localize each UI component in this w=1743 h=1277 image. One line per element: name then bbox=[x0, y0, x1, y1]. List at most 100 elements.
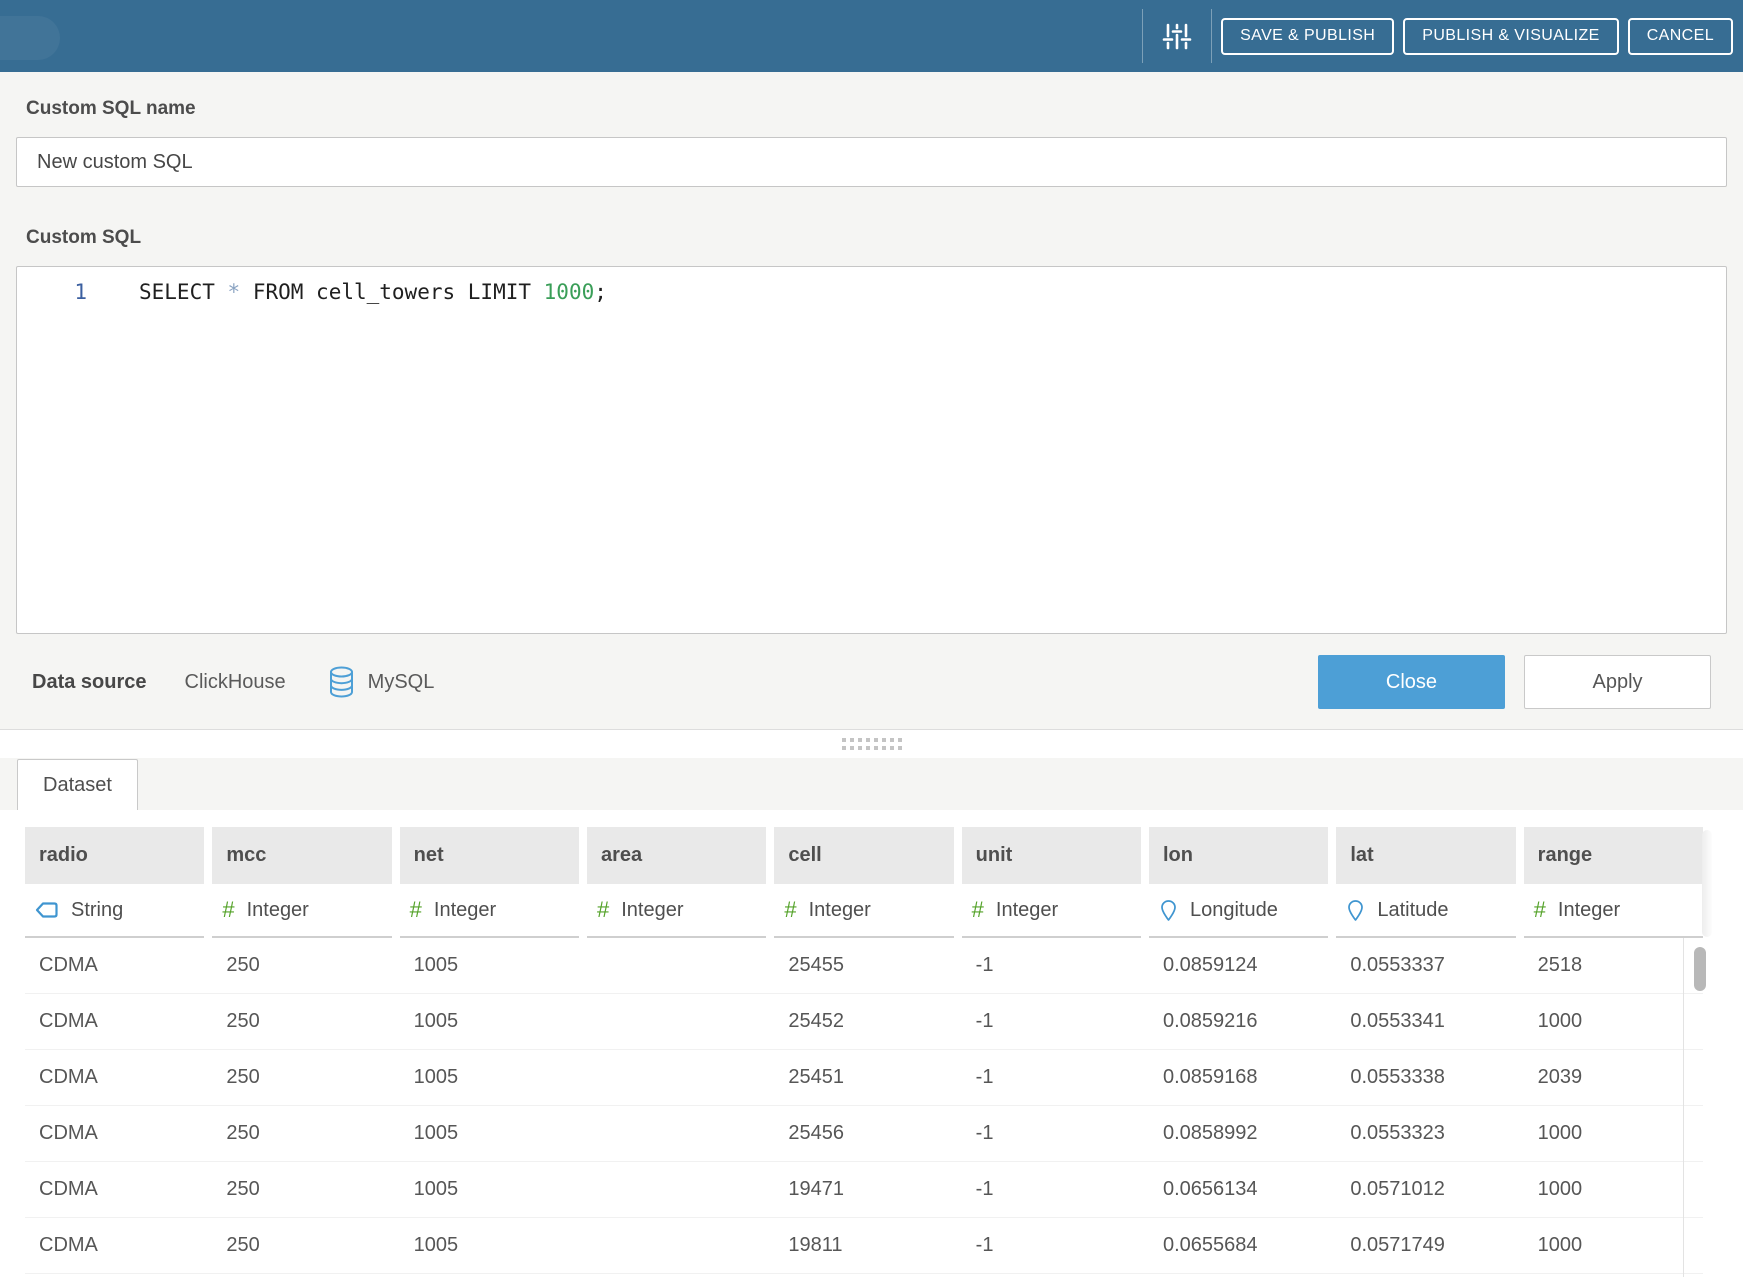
type-label: Latitude bbox=[1377, 899, 1448, 922]
integer-icon: # bbox=[410, 897, 422, 923]
table-cell: 1000 bbox=[1524, 994, 1703, 1049]
scrollbar-thumb[interactable] bbox=[1694, 947, 1706, 991]
column-header-lat: lat bbox=[1336, 827, 1515, 884]
column-type-radio: String bbox=[25, 884, 204, 938]
table-cell: 0.0859124 bbox=[1149, 938, 1328, 993]
type-label: Integer bbox=[247, 899, 309, 922]
table-cell bbox=[587, 1050, 766, 1105]
topbar-divider bbox=[1211, 9, 1212, 63]
table-cell: 250 bbox=[212, 1106, 391, 1161]
datasource-row: Data source ClickHouse MySQL Close Apply bbox=[32, 655, 1711, 709]
table-cell: -1 bbox=[962, 1162, 1141, 1217]
custom-sql-form: Custom SQL name Custom SQL 1 SELECT * FR… bbox=[0, 98, 1743, 709]
table-cell: 0.0858992 bbox=[1149, 1106, 1328, 1161]
table-cell: 2039 bbox=[1524, 1050, 1703, 1105]
apply-button[interactable]: Apply bbox=[1524, 655, 1711, 709]
adjustments-button[interactable] bbox=[1143, 19, 1211, 53]
table-cell: CDMA bbox=[25, 1162, 204, 1217]
table-row: CDMA250100525455-10.08591240.05533372518 bbox=[25, 938, 1703, 994]
table-cell: -1 bbox=[962, 938, 1141, 993]
column-header-lon: lon bbox=[1149, 827, 1328, 884]
type-label: Integer bbox=[1558, 899, 1620, 922]
table-cell: 250 bbox=[212, 1218, 391, 1273]
table-cell: 250 bbox=[212, 994, 391, 1049]
column-type-cell: #Integer bbox=[774, 884, 953, 938]
table-cell: CDMA bbox=[25, 1106, 204, 1161]
datasource-option-label: MySQL bbox=[368, 671, 435, 694]
custom-sql-name-label: Custom SQL name bbox=[26, 98, 1727, 120]
table-cell: -1 bbox=[962, 994, 1141, 1049]
datasource-option-mysql[interactable]: MySQL bbox=[328, 666, 435, 698]
table-cell: 0.0859216 bbox=[1149, 994, 1328, 1049]
table-row: CDMA250100525452-10.08592160.05533411000 bbox=[25, 994, 1703, 1050]
table-cell: 0.0553341 bbox=[1336, 994, 1515, 1049]
table-cell: 250 bbox=[212, 938, 391, 993]
column-type-unit: # Integer bbox=[962, 884, 1141, 938]
table-row: CDMA250100525451-10.08591680.05533382039 bbox=[25, 1050, 1703, 1106]
column-header-net: net bbox=[400, 827, 579, 884]
table-cell bbox=[587, 1218, 766, 1273]
dataset-preview-table: radiomccnetareacellunitlonlatrange Strin… bbox=[0, 810, 1743, 1277]
table-cell: 0.0571012 bbox=[1336, 1162, 1515, 1217]
table-cell: -1 bbox=[962, 1050, 1141, 1105]
longitude-icon bbox=[1159, 899, 1178, 922]
tab-dataset[interactable]: Dataset bbox=[17, 759, 138, 810]
string-icon bbox=[35, 901, 59, 919]
datasource-option-clickhouse[interactable]: ClickHouse bbox=[185, 671, 286, 694]
close-button[interactable]: Close bbox=[1318, 655, 1505, 709]
table-cell: 19471 bbox=[774, 1162, 953, 1217]
column-type-net: #Integer bbox=[400, 884, 579, 938]
type-label: Integer bbox=[996, 899, 1058, 922]
table-cell: 0.0553337 bbox=[1336, 938, 1515, 993]
table-cell: 25455 bbox=[774, 938, 953, 993]
scrollbar-track bbox=[1702, 830, 1712, 937]
integer-icon: # bbox=[597, 897, 609, 923]
table-cell: 0.0655684 bbox=[1149, 1218, 1328, 1273]
table-cell: 1005 bbox=[400, 1106, 579, 1161]
table-cell: 25452 bbox=[774, 994, 953, 1049]
table-cell: 2518 bbox=[1524, 938, 1703, 993]
table-cell: 1005 bbox=[400, 1218, 579, 1273]
column-type-lon: Longitude bbox=[1149, 884, 1328, 938]
integer-icon: # bbox=[972, 897, 984, 923]
type-label: Integer bbox=[809, 899, 871, 922]
column-header-range: range bbox=[1524, 827, 1703, 884]
table-cell: -1 bbox=[962, 1218, 1141, 1273]
save-and-publish-button[interactable]: SAVE & PUBLISH bbox=[1221, 18, 1394, 55]
table-right-border bbox=[1683, 938, 1684, 1277]
column-type-area: #Integer bbox=[587, 884, 766, 938]
table-cell: 0.0656134 bbox=[1149, 1162, 1328, 1217]
table-cell: 1005 bbox=[400, 1162, 579, 1217]
latitude-icon bbox=[1346, 899, 1365, 922]
column-type-mcc: # Integer bbox=[212, 884, 391, 938]
column-header-unit: unit bbox=[962, 827, 1141, 884]
drag-handle-icon[interactable] bbox=[842, 738, 902, 750]
table-cell: 1000 bbox=[1524, 1218, 1703, 1273]
integer-icon: # bbox=[222, 897, 234, 923]
topbar-left-highlight bbox=[0, 16, 60, 60]
table-cell: 1005 bbox=[400, 1050, 579, 1105]
column-header-row: radiomccnetareacellunitlonlatrange bbox=[25, 827, 1703, 884]
table-cell bbox=[587, 1162, 766, 1217]
table-cell: 0.0553323 bbox=[1336, 1106, 1515, 1161]
topbar: SAVE & PUBLISH PUBLISH & VISUALIZE CANCE… bbox=[0, 0, 1743, 72]
column-type-range: #Integer bbox=[1524, 884, 1703, 938]
cancel-button[interactable]: CANCEL bbox=[1628, 18, 1733, 55]
sql-editor[interactable]: 1 SELECT * FROM cell_towers LIMIT 1000; bbox=[16, 266, 1727, 634]
table-row: CDMA2501005 19471-10.06561340.05710121000 bbox=[25, 1162, 1703, 1218]
table-cell: 1000 bbox=[1524, 1162, 1703, 1217]
table-cell: 250 bbox=[212, 1162, 391, 1217]
column-header-mcc: mcc bbox=[212, 827, 391, 884]
datasource-label: Data source bbox=[32, 671, 147, 694]
publish-and-visualize-button[interactable]: PUBLISH & VISUALIZE bbox=[1403, 18, 1618, 55]
custom-sql-name-input[interactable] bbox=[16, 137, 1727, 187]
panel-splitter[interactable] bbox=[0, 729, 1743, 758]
tab-strip: Dataset bbox=[0, 758, 1743, 810]
table-row: CDMA250100525456-10.08589920.05533231000 bbox=[25, 1106, 1703, 1162]
column-type-row: String#Integer#Integer#Integer#Integer#I… bbox=[25, 884, 1703, 938]
table-cell: CDMA bbox=[25, 1218, 204, 1273]
column-header-radio: radio bbox=[25, 827, 204, 884]
table-cell: 0.0571749 bbox=[1336, 1218, 1515, 1273]
sql-code-line[interactable]: SELECT * FROM cell_towers LIMIT 1000; bbox=[87, 280, 607, 633]
table-cell bbox=[587, 1106, 766, 1161]
